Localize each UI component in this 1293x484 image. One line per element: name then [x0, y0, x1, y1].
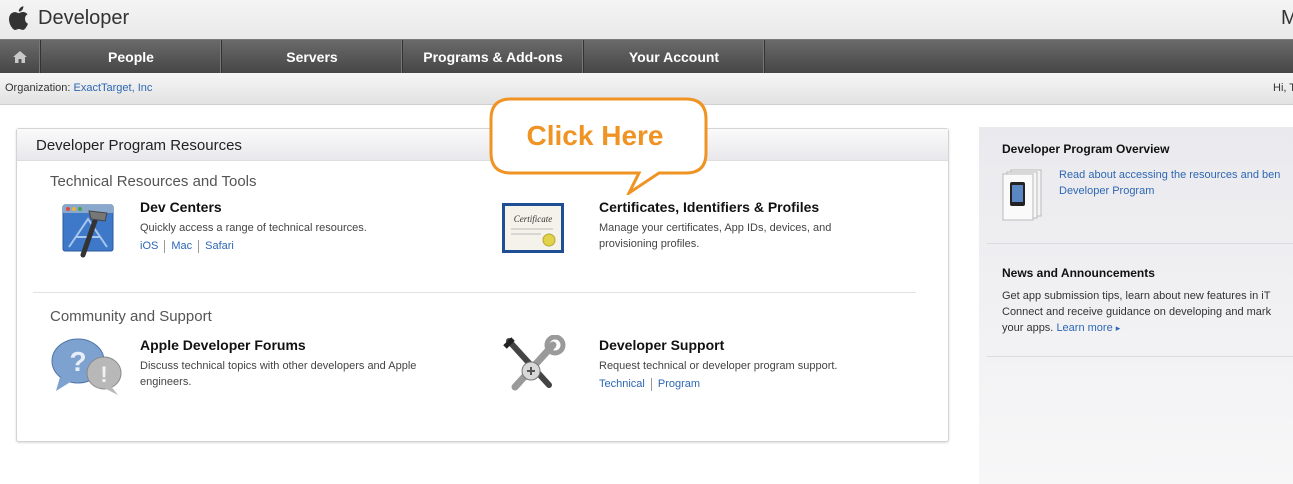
- news-line-2: Connect and receive guidance on developi…: [1002, 306, 1272, 318]
- news-line-1: Get app submission tips, learn about new…: [1002, 290, 1271, 302]
- learn-more-link[interactable]: Learn more ▸: [1056, 322, 1120, 334]
- link-program[interactable]: Program: [652, 378, 706, 391]
- documents-icon: [1002, 169, 1042, 221]
- organization-info: Organization: ExactTarget, Inc: [5, 82, 152, 94]
- developer-support-item: Developer Support Request technical or d…: [501, 335, 931, 405]
- main-nav: People Servers Programs & Add-ons Your A…: [0, 39, 1293, 73]
- news-text: Get app submission tips, learn about new…: [1002, 288, 1293, 336]
- nav-home-button[interactable]: [0, 40, 41, 73]
- sidebar: Developer Program Overview Read about ac…: [979, 127, 1293, 484]
- forums-title[interactable]: Apple Developer Forums: [140, 337, 306, 353]
- overview-block: Developer Program Overview Read about ac…: [987, 142, 1293, 221]
- chevron-right-icon: ▸: [1115, 323, 1121, 333]
- svg-text:!: !: [100, 362, 107, 387]
- greeting-text: Hi, T: [1273, 82, 1293, 94]
- developer-support-title[interactable]: Developer Support: [599, 337, 724, 353]
- top-header: Developer M: [0, 0, 1293, 39]
- click-here-callout: Click Here: [489, 97, 708, 195]
- brand-right-text: M: [1281, 7, 1293, 29]
- xcode-hammer-icon[interactable]: [53, 197, 125, 259]
- news-block: News and Announcements Get app submissio…: [987, 266, 1293, 336]
- certificates-item: Certificate Certificates, Identifiers & …: [501, 197, 931, 267]
- brand-title[interactable]: Developer: [38, 7, 129, 30]
- dev-centers-item: Dev Centers Quickly access a range of te…: [53, 197, 473, 267]
- resources-panel: Developer Program Resources Technical Re…: [16, 128, 949, 442]
- panel-title: Developer Program Resources: [17, 129, 948, 161]
- svg-text:?: ?: [69, 346, 86, 377]
- link-ios[interactable]: iOS: [140, 240, 166, 253]
- callout-text: Click Here: [527, 120, 664, 151]
- dev-centers-links: iOS Mac Safari: [140, 240, 240, 253]
- developer-support-links: Technical Program: [599, 378, 706, 391]
- section-divider: [33, 292, 916, 293]
- overview-link-block: Read about accessing the resources and b…: [1059, 167, 1293, 199]
- nav-servers[interactable]: Servers: [222, 40, 403, 73]
- section-title-community: Community and Support: [50, 308, 212, 325]
- certificates-title[interactable]: Certificates, Identifiers & Profiles: [599, 199, 819, 215]
- overview-link-line1[interactable]: Read about accessing the resources and b…: [1059, 169, 1280, 181]
- nav-your-account[interactable]: Your Account: [584, 40, 765, 73]
- section-title-technical: Technical Resources and Tools: [50, 173, 257, 190]
- news-title: News and Announcements: [1002, 266, 1155, 280]
- forums-item: ? ! Apple Developer Forums Discuss techn…: [50, 335, 470, 405]
- sidebar-separator-2: [987, 356, 1293, 357]
- link-technical[interactable]: Technical: [599, 378, 652, 391]
- wrench-screwdriver-icon[interactable]: [501, 335, 573, 397]
- certificate-icon-text: Certificate: [514, 214, 553, 224]
- certificate-icon[interactable]: Certificate: [501, 197, 573, 259]
- overview-link-line2[interactable]: Developer Program: [1059, 185, 1154, 197]
- forums-desc: Discuss technical topics with other deve…: [140, 360, 417, 388]
- link-mac[interactable]: Mac: [165, 240, 200, 253]
- overview-title: Developer Program Overview: [1002, 142, 1170, 156]
- learn-more-label: Learn more: [1056, 322, 1113, 334]
- dev-centers-desc: Quickly access a range of technical reso…: [140, 222, 367, 234]
- certificates-desc: Manage your certificates, App IDs, devic…: [599, 222, 832, 250]
- developer-support-desc: Request technical or developer program s…: [599, 360, 838, 372]
- news-line-3: your apps.: [1002, 322, 1054, 334]
- sidebar-separator-1: [987, 243, 1293, 244]
- organization-label: Organization:: [5, 82, 71, 94]
- apple-logo-icon[interactable]: [7, 5, 29, 31]
- organization-link[interactable]: ExactTarget, Inc: [74, 82, 153, 94]
- nav-people[interactable]: People: [41, 40, 222, 73]
- dev-centers-title[interactable]: Dev Centers: [140, 199, 222, 215]
- home-icon: [13, 50, 27, 63]
- nav-programs-addons[interactable]: Programs & Add-ons: [403, 40, 584, 73]
- link-safari[interactable]: Safari: [199, 240, 240, 253]
- forums-bubbles-icon[interactable]: ? !: [50, 335, 122, 397]
